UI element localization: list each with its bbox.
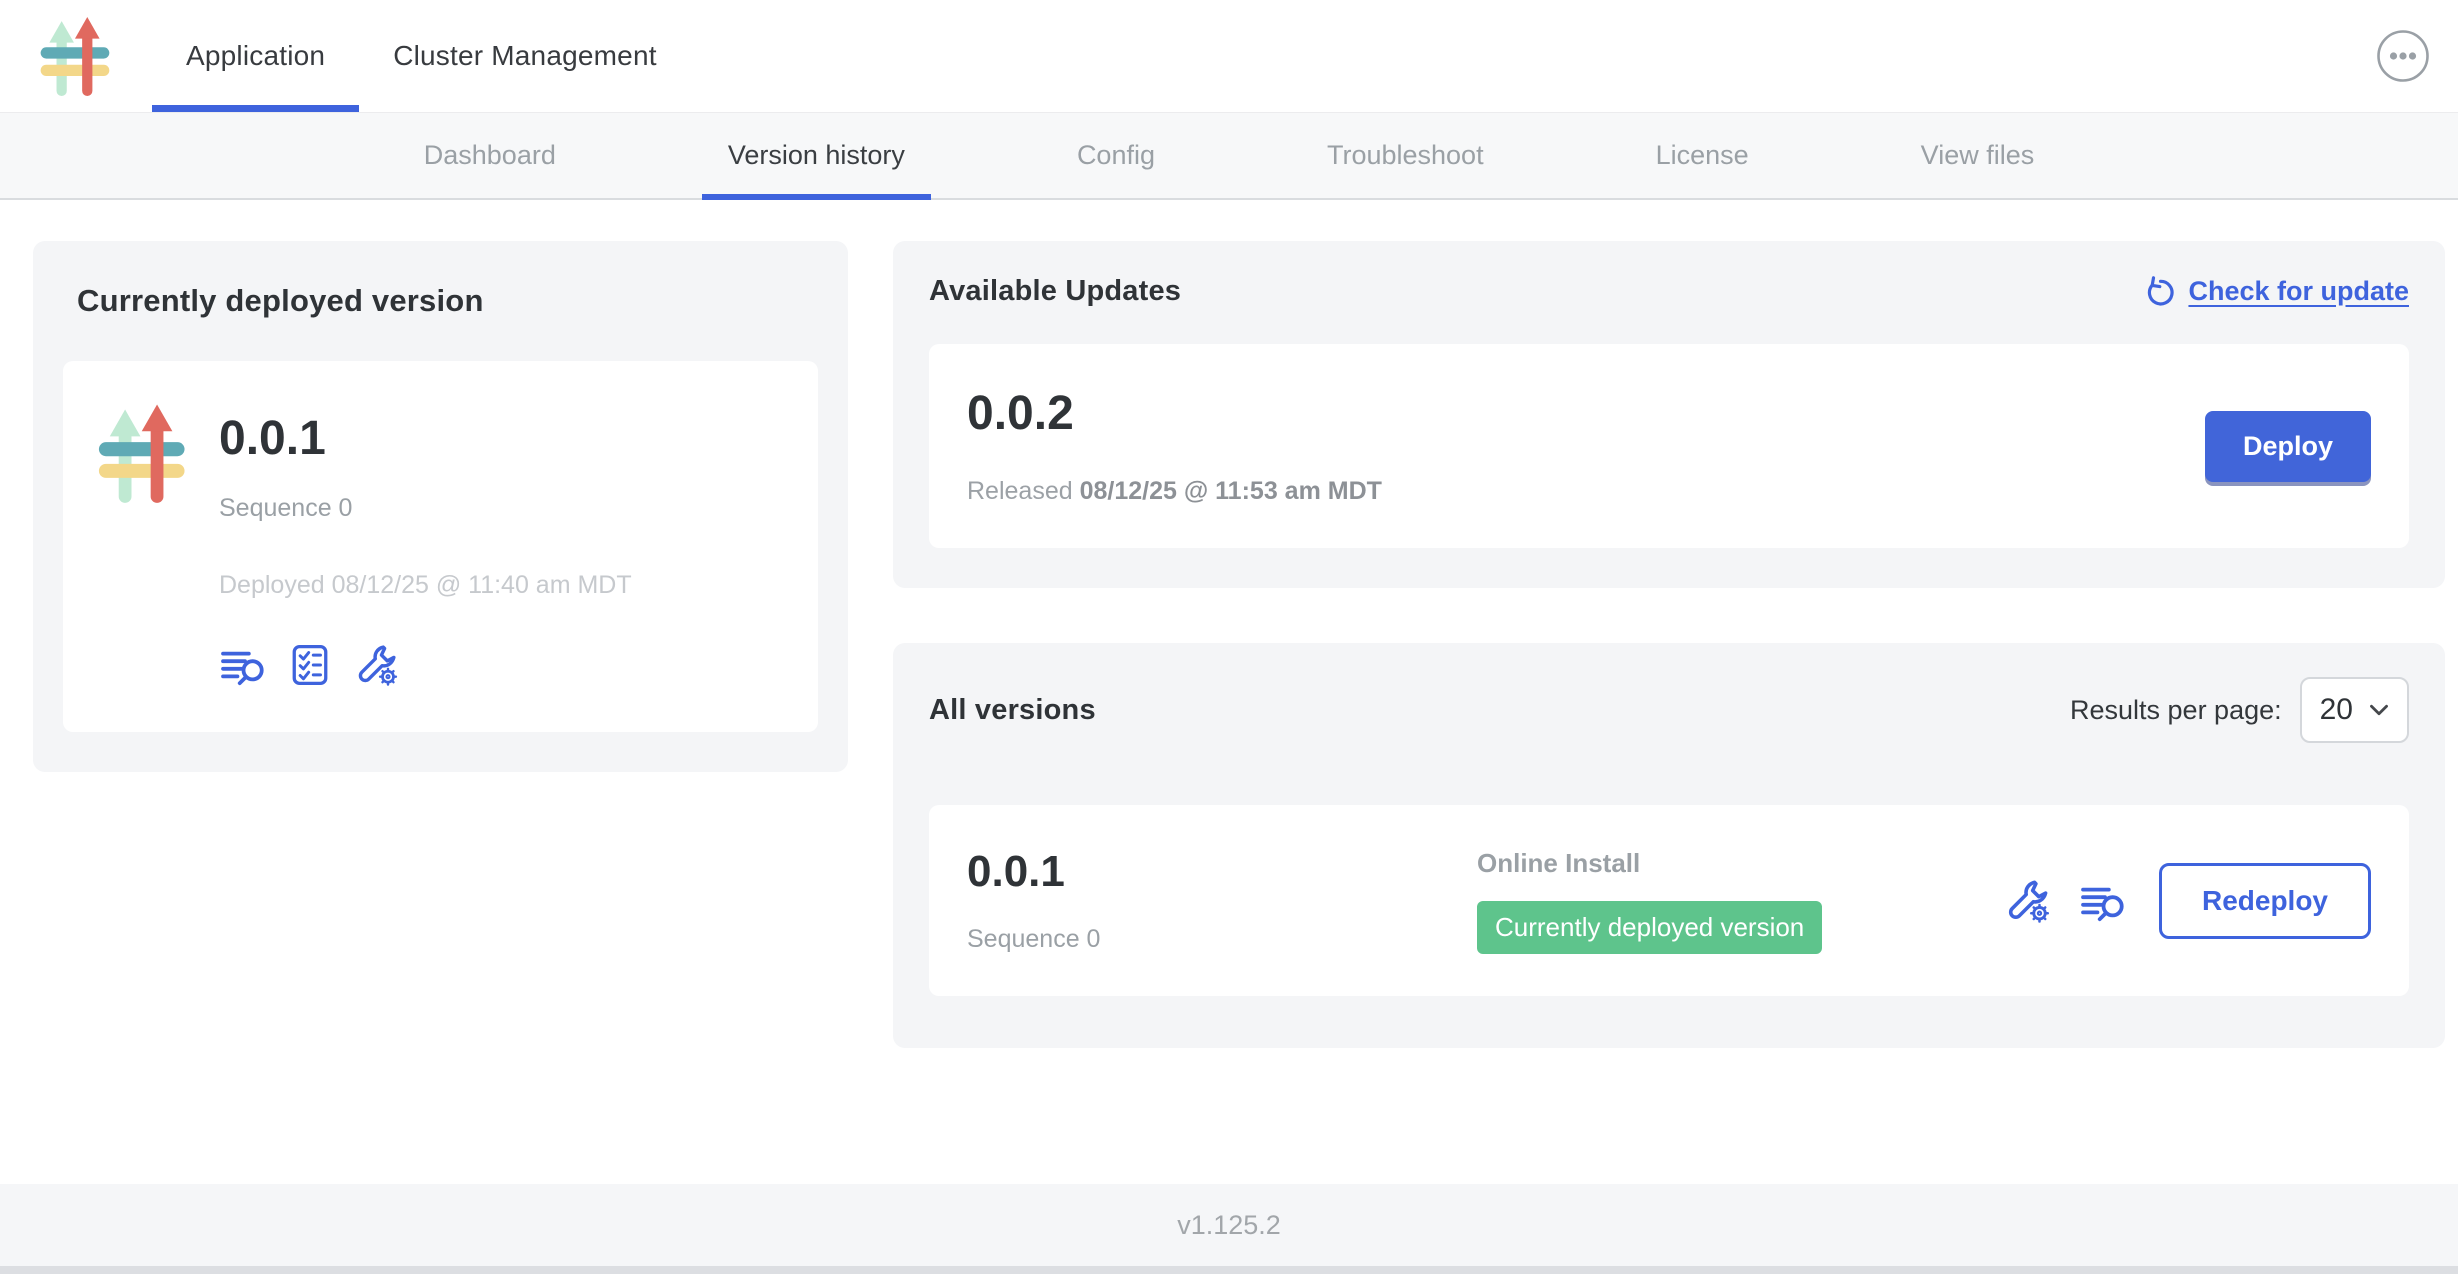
- tab-cluster-management[interactable]: Cluster Management: [359, 0, 691, 112]
- subnav-view-files[interactable]: View files: [1895, 113, 2061, 198]
- edit-config-button[interactable]: [355, 642, 399, 688]
- all-versions-title: All versions: [929, 694, 1096, 727]
- ellipsis-circle-icon: [2376, 29, 2430, 83]
- results-per-page-select[interactable]: 20: [2300, 677, 2409, 743]
- deploy-button[interactable]: Deploy: [2205, 411, 2371, 482]
- config-wrench-icon: [355, 642, 399, 688]
- currently-deployed-title: Currently deployed version: [77, 283, 818, 319]
- console-version: v1.125.2: [1177, 1210, 1281, 1241]
- preflight-checks-button[interactable]: [289, 643, 331, 687]
- released-prefix: Released: [967, 477, 1080, 505]
- update-released-line: Released 08/12/25 @ 11:53 am MDT: [967, 477, 1382, 506]
- deployed-sequence: Sequence 0: [219, 494, 632, 523]
- tab-application[interactable]: Application: [152, 0, 359, 112]
- config-wrench-icon: [2005, 877, 2051, 925]
- update-version-number: 0.0.2: [967, 386, 1382, 441]
- header-spacer: [691, 0, 2348, 112]
- main-content: Currently deployed version 0.0.1 Sequenc…: [0, 200, 2458, 1184]
- chevron-down-icon: [2369, 703, 2389, 717]
- bottom-edge: [0, 1266, 2458, 1274]
- subnav-config[interactable]: Config: [1051, 113, 1181, 198]
- deployed-version-number: 0.0.1: [219, 411, 632, 466]
- edit-config-button[interactable]: [2005, 877, 2051, 925]
- primary-tabs: Application Cluster Management: [152, 0, 691, 112]
- version-row: 0.0.1 Sequence 0 Online Install Currentl…: [929, 805, 2409, 996]
- subnav-license[interactable]: License: [1630, 113, 1775, 198]
- released-timestamp: 08/12/25 @ 11:53 am MDT: [1080, 477, 1382, 505]
- install-type-label: Online Install: [1477, 848, 1822, 879]
- deployed-version-actions: [219, 642, 632, 688]
- available-updates-card: Available Updates Check for update 0.0.2…: [893, 241, 2445, 588]
- redeploy-button[interactable]: Redeploy: [2159, 863, 2371, 939]
- subnav-dashboard[interactable]: Dashboard: [398, 113, 582, 198]
- preflight-checklist-icon: [289, 643, 331, 687]
- deployed-timestamp: Deployed 08/12/25 @ 11:40 am MDT: [219, 571, 632, 600]
- check-for-update-label: Check for update: [2188, 276, 2409, 307]
- app-footer: v1.125.2: [0, 1184, 2458, 1266]
- all-versions-card: All versions Results per page: 20 0.0.1 …: [893, 643, 2445, 1048]
- currently-deployed-version-card: 0.0.1 Sequence 0 Deployed 08/12/25 @ 11:…: [63, 361, 818, 732]
- check-for-update-link[interactable]: Check for update: [2144, 276, 2409, 308]
- subnav-version-history[interactable]: Version history: [702, 113, 931, 198]
- app-logo-icon: [39, 15, 113, 97]
- overflow-menu-button[interactable]: [2348, 0, 2458, 112]
- deploy-logs-button[interactable]: [219, 643, 265, 687]
- available-updates-title: Available Updates: [929, 275, 1181, 308]
- deploy-logs-button[interactable]: [2079, 879, 2125, 923]
- app-logo-icon: [97, 401, 189, 505]
- refresh-icon: [2144, 276, 2176, 308]
- right-column: Available Updates Check for update 0.0.2…: [893, 241, 2445, 1048]
- row-version-number: 0.0.1: [967, 847, 1477, 897]
- results-per-page-label: Results per page:: [2070, 695, 2282, 726]
- currently-deployed-card: Currently deployed version 0.0.1 Sequenc…: [33, 241, 848, 772]
- currently-deployed-badge: Currently deployed version: [1477, 901, 1822, 954]
- results-per-page-value: 20: [2320, 693, 2353, 727]
- app-logo: [0, 0, 152, 112]
- available-update-row: 0.0.2 Released 08/12/25 @ 11:53 am MDT D…: [929, 344, 2409, 548]
- app-sub-nav: Dashboard Version history Config Trouble…: [0, 113, 2458, 200]
- subnav-troubleshoot[interactable]: Troubleshoot: [1301, 113, 1510, 198]
- deploy-logs-icon: [2079, 879, 2125, 923]
- deploy-logs-icon: [219, 643, 265, 687]
- row-actions: [2005, 877, 2125, 925]
- app-header: Application Cluster Management: [0, 0, 2458, 113]
- row-sequence: Sequence 0: [967, 925, 1477, 954]
